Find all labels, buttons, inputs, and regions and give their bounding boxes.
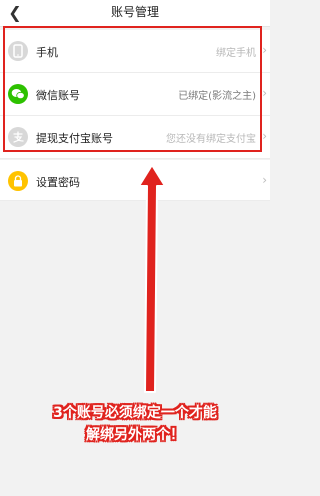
account-list: 手机 绑定手机 › 微信账号 已绑定(影流之主) › 提现支付宝账号 您还没有绑… bbox=[0, 30, 270, 159]
alipay-icon bbox=[8, 127, 28, 147]
chevron-right-icon: › bbox=[262, 86, 267, 100]
chevron-right-icon: › bbox=[262, 173, 267, 187]
phone-label: 手机 bbox=[36, 46, 58, 59]
lock-icon bbox=[8, 171, 28, 191]
annotation-line-2: 解绑另外两个！ bbox=[86, 427, 184, 443]
phone-icon bbox=[8, 41, 28, 61]
wechat-value: 已绑定(影流之主) bbox=[178, 91, 256, 102]
annotation-text: 3个账号必须绑定一个才能 解绑另外两个！ bbox=[0, 402, 270, 446]
page-title: 账号管理 bbox=[110, 5, 159, 19]
list-item-password[interactable]: 设置密码 › bbox=[0, 160, 270, 201]
password-label: 设置密码 bbox=[36, 176, 80, 189]
app-header: ❮ 账号管理 bbox=[0, 0, 270, 27]
list-item-alipay[interactable]: 提现支付宝账号 您还没有绑定支付宝 › bbox=[0, 116, 270, 159]
wechat-icon bbox=[8, 84, 28, 104]
alipay-value: 您还没有绑定支付宝 bbox=[166, 134, 256, 145]
chevron-right-icon: › bbox=[262, 129, 267, 143]
wechat-label: 微信账号 bbox=[36, 89, 80, 102]
alipay-label: 提现支付宝账号 bbox=[36, 132, 113, 145]
annotation-line-1: 3个账号必须绑定一个才能 bbox=[53, 405, 217, 421]
phone-value: 绑定手机 bbox=[216, 48, 256, 59]
list-item-phone[interactable]: 手机 绑定手机 › bbox=[0, 30, 270, 73]
list-item-wechat[interactable]: 微信账号 已绑定(影流之主) › bbox=[0, 73, 270, 116]
chevron-right-icon: › bbox=[262, 43, 267, 57]
